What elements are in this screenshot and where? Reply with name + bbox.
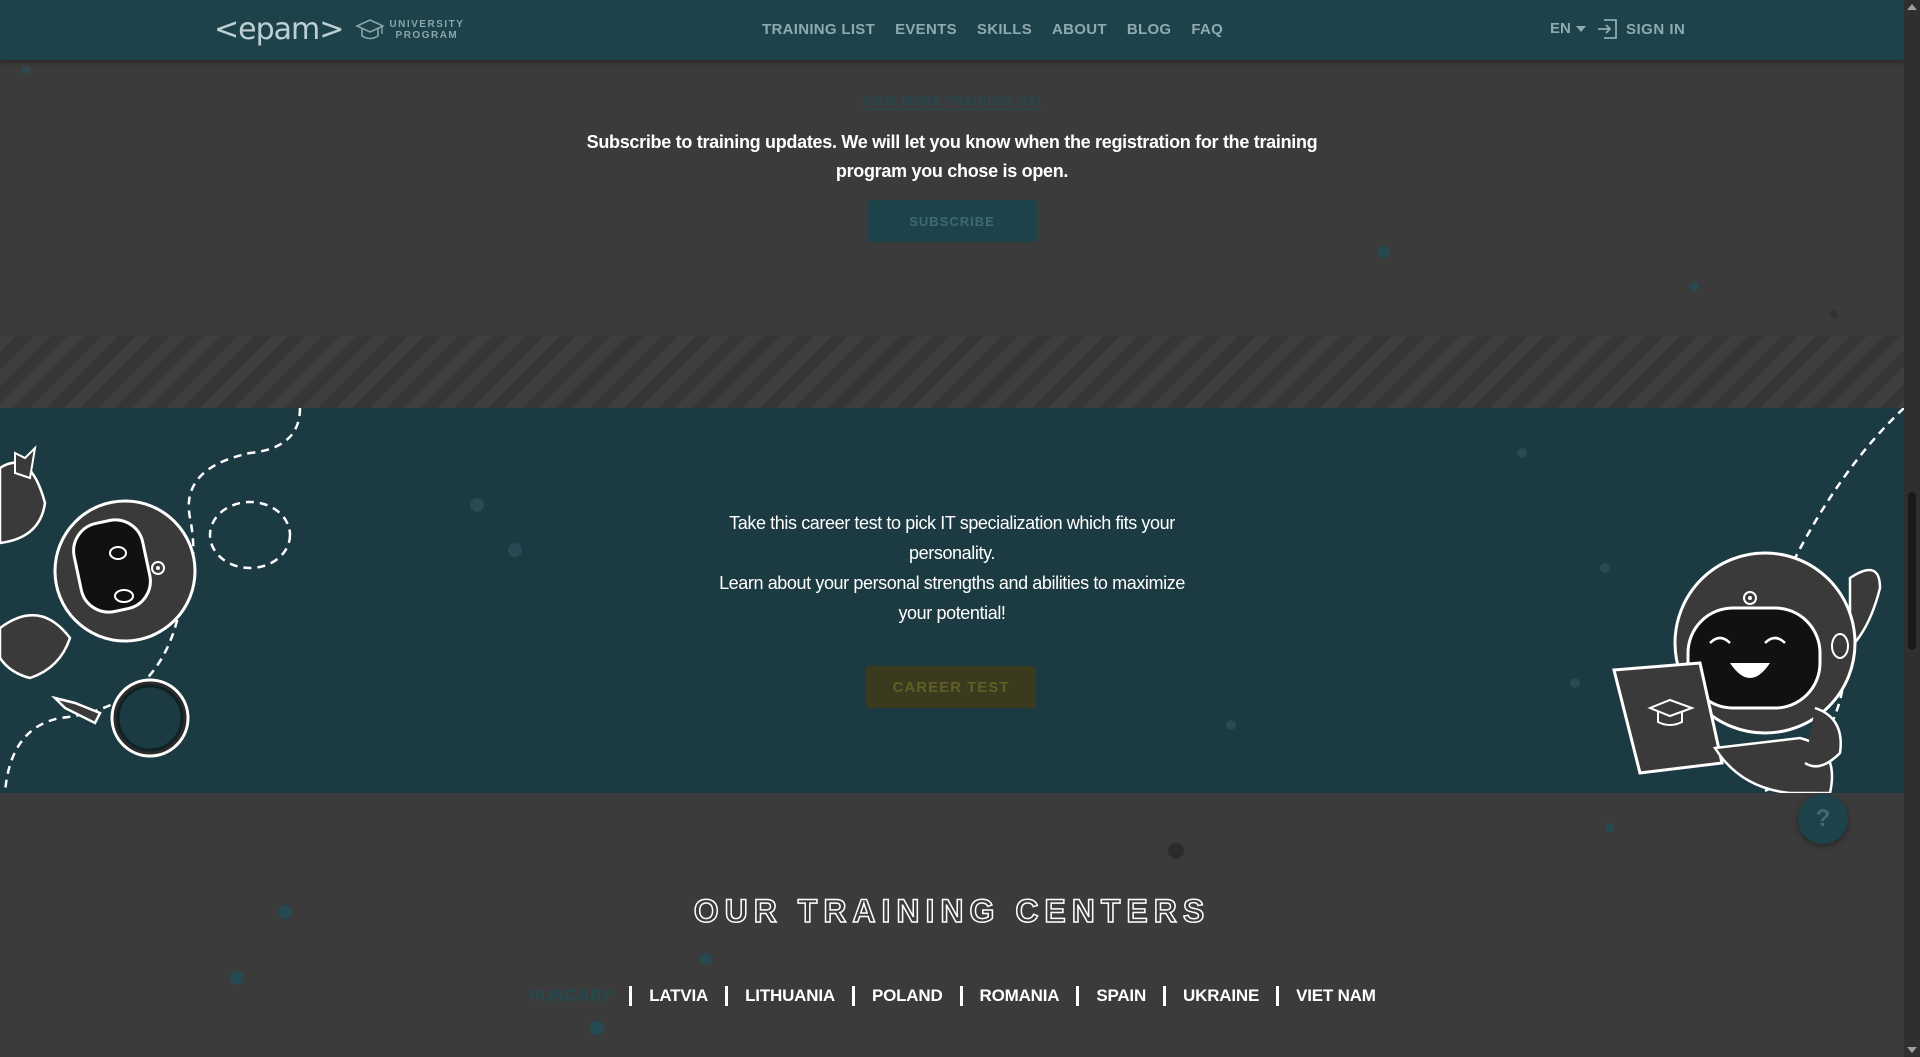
robot-with-laptop-illustration xyxy=(1612,408,1904,793)
site-header: <epam> UNIVERSITY PROGRAM TRAINING LIST … xyxy=(0,0,1904,60)
language-selector[interactable]: EN xyxy=(1550,20,1586,37)
career-line2: Learn about your personal strengths and … xyxy=(719,573,1185,623)
decor-dot xyxy=(590,1021,604,1035)
program-line2: PROGRAM xyxy=(395,30,459,41)
country-tab-spain[interactable]: SPAIN xyxy=(1079,986,1167,1006)
epam-logo: <epam> xyxy=(214,12,344,47)
graduation-cap-icon xyxy=(355,19,386,40)
country-tab-hungary[interactable]: HUNGARY xyxy=(511,986,633,1006)
sign-in-button[interactable]: SIGN IN xyxy=(1596,18,1685,40)
country-tab-latvia[interactable]: LATVIA xyxy=(632,986,729,1006)
decor-dot xyxy=(1600,563,1610,573)
decor-dot xyxy=(508,543,522,557)
career-test-section: Take this career test to pick IT special… xyxy=(0,408,1904,793)
subscribe-text: Subscribe to training updates. We will l… xyxy=(586,132,1318,181)
decor-dot xyxy=(700,953,712,965)
decor-dot xyxy=(1378,246,1390,258)
scroll-up-arrow-icon[interactable] xyxy=(1907,4,1917,10)
decor-dot xyxy=(470,498,484,512)
country-tab-poland[interactable]: POLAND xyxy=(855,986,963,1006)
decor-dot xyxy=(1605,823,1614,832)
country-tab-viet-nam[interactable]: VIET NAM xyxy=(1279,986,1393,1006)
nav-skills[interactable]: SKILLS xyxy=(977,20,1032,40)
career-test-description: Take this career test to pick IT special… xyxy=(712,508,1192,628)
decor-dot xyxy=(230,971,244,985)
sign-in-label: SIGN IN xyxy=(1626,20,1686,38)
view-more-training-link[interactable]: VIEW MORE TRAINING (25) xyxy=(862,94,1042,110)
nav-training-list[interactable]: TRAINING LIST xyxy=(762,20,875,40)
decor-dot xyxy=(1830,310,1838,318)
decor-dot xyxy=(1690,282,1699,291)
striped-divider xyxy=(0,336,1904,408)
university-program-logo: UNIVERSITY PROGRAM xyxy=(355,17,464,43)
nav-events[interactable]: EVENTS xyxy=(895,20,957,40)
sign-in-icon xyxy=(1598,19,1617,39)
country-tabs: HUNGARY LATVIA LITHUANIA POLAND ROMANIA … xyxy=(0,986,1904,1006)
scroll-down-arrow-icon[interactable] xyxy=(1907,1047,1917,1053)
decor-dot xyxy=(1168,843,1184,859)
training-centers-section: OUR TRAINING CENTERS HUNGARY LATVIA LITH… xyxy=(0,793,1904,1057)
decor-dot xyxy=(22,66,30,74)
career-test-button[interactable]: CAREER TEST xyxy=(866,666,1036,708)
decor-dot xyxy=(1570,678,1580,688)
decor-dot xyxy=(1517,448,1527,458)
career-line1: Take this career test to pick IT special… xyxy=(729,513,1175,563)
page: <epam> UNIVERSITY PROGRAM TRAINING LIST … xyxy=(0,0,1904,1057)
help-button[interactable]: ? xyxy=(1798,794,1848,844)
scrollbar[interactable] xyxy=(1904,0,1920,1057)
nav-about[interactable]: ABOUT xyxy=(1052,20,1107,40)
subscribe-section: VIEW MORE TRAINING (25) Subscribe to tra… xyxy=(0,60,1904,336)
decor-dot xyxy=(278,905,292,919)
robot-with-magnifier-illustration xyxy=(0,408,302,793)
chevron-down-icon xyxy=(1575,25,1586,32)
country-tab-romania[interactable]: ROMANIA xyxy=(963,986,1080,1006)
program-line1: UNIVERSITY xyxy=(389,19,465,30)
nav-faq[interactable]: FAQ xyxy=(1191,20,1223,40)
country-tab-ukraine[interactable]: UKRAINE xyxy=(1166,986,1280,1006)
scrollbar-thumb[interactable] xyxy=(1908,492,1916,650)
program-label: UNIVERSITY PROGRAM xyxy=(389,19,464,41)
decor-dot xyxy=(1226,720,1236,730)
subscribe-button[interactable]: SUBSCRIBE xyxy=(867,200,1037,242)
country-tab-lithuania[interactable]: LITHUANIA xyxy=(728,986,855,1006)
nav-blog[interactable]: BLOG xyxy=(1127,20,1172,40)
view-more-training: VIEW MORE TRAINING (25) xyxy=(0,92,1904,110)
main-nav: TRAINING LIST EVENTS SKILLS ABOUT BLOG F… xyxy=(762,20,1243,40)
logo[interactable]: <epam> UNIVERSITY PROGRAM xyxy=(214,13,464,47)
language-label: EN xyxy=(1550,20,1571,37)
